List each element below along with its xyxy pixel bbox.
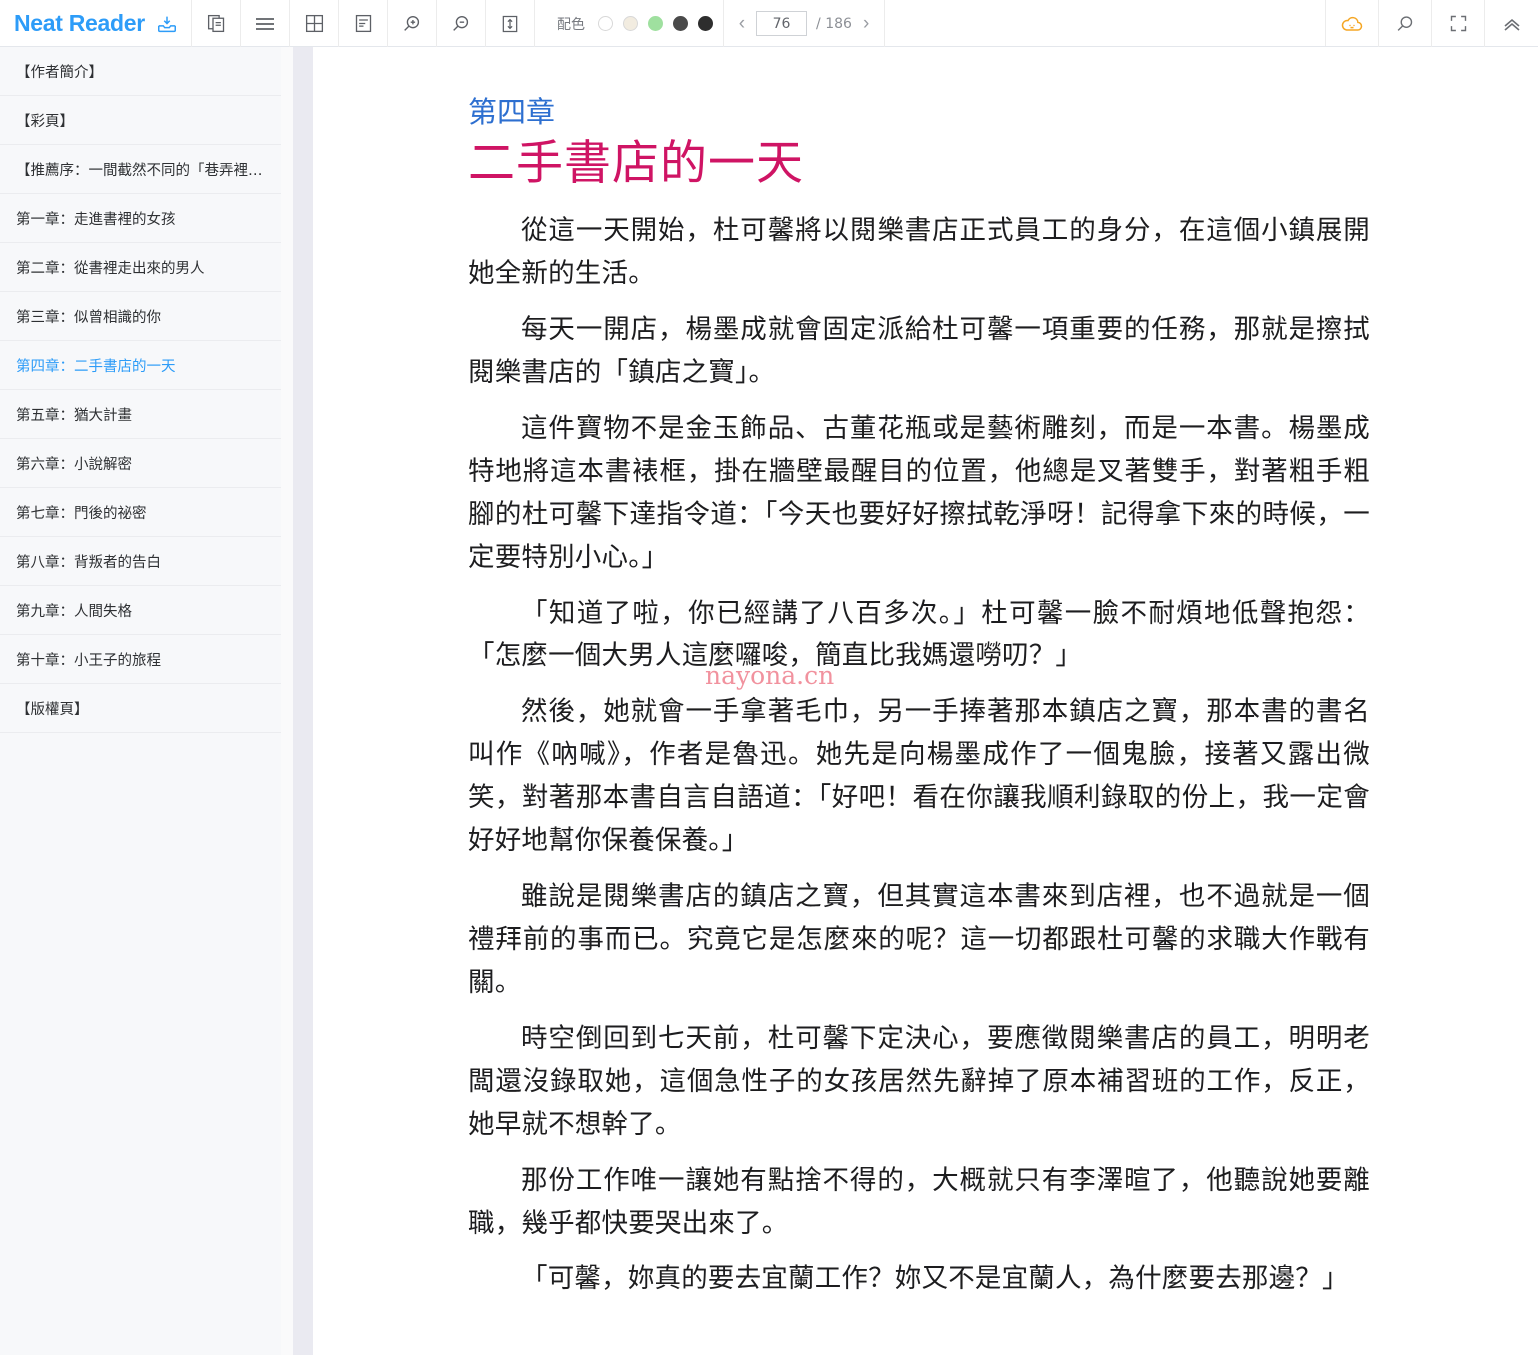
- page-title: 二手書店的一天: [468, 135, 804, 191]
- top-toolbar: Neat Reader 配色 ‹ 76 / 186 ›: [0, 0, 1538, 47]
- grid-layout-icon[interactable]: [290, 0, 339, 47]
- sidebar-item-label: 第八章：背叛者的告白: [16, 554, 161, 571]
- sidebar-item-label: 第一章：走進書裡的女孩: [16, 211, 176, 228]
- table-of-contents-sidebar[interactable]: 【作者簡介】 【彩頁】 【推薦序：一間截然不同的「巷弄裡的… 第一章：走進書裡的…: [0, 47, 281, 1355]
- sidebar-item-author-intro[interactable]: 【作者簡介】: [0, 47, 281, 96]
- sidebar-item-chapter-6[interactable]: 第六章：小說解密: [0, 439, 281, 488]
- color-swatch-green[interactable]: [648, 16, 663, 31]
- sidebar-item-chapter-10[interactable]: 第十章：小王子的旅程: [0, 635, 281, 684]
- sidebar-item-label: 第九章：人間失格: [16, 603, 132, 620]
- collapse-up-icon[interactable]: [1485, 0, 1538, 47]
- sidebar-item-label: 第五章：猶大計畫: [16, 407, 132, 424]
- sidebar-item-color-pages[interactable]: 【彩頁】: [0, 96, 281, 145]
- chapter-label: 第四章: [468, 95, 556, 129]
- body-paragraph: 「可馨，妳真的要去宜蘭工作？妳又不是宜蘭人，為什麼要去那邊？」: [521, 1263, 1349, 1295]
- sidebar-item-label: 【版權頁】: [16, 701, 89, 718]
- color-swatch-sepia[interactable]: [623, 16, 638, 31]
- sidebar-item-label: 【彩頁】: [16, 113, 74, 130]
- color-swatch-dark-gray[interactable]: [673, 16, 688, 31]
- sidebar-item-chapter-2[interactable]: 第二章：從書裡走出來的男人: [0, 243, 281, 292]
- sidebar-item-label: 第四章：二手書店的一天: [16, 358, 176, 375]
- copy-pages-icon[interactable]: [192, 0, 241, 47]
- body-paragraph: 雖說是閱樂書店的鎮店之寶，但其實這本書來到店裡，也不過就是一個禮拜前的事而已。究…: [468, 881, 1370, 998]
- toolbar-spacer: [885, 0, 1326, 46]
- sidebar-item-chapter-1[interactable]: 第一章：走進書裡的女孩: [0, 194, 281, 243]
- page-number-input[interactable]: 76: [756, 11, 808, 36]
- text-layout-icon[interactable]: [339, 0, 388, 47]
- reader-content-pane: 第四章 二手書店的一天 從這一天開始，杜可馨將以閱樂書店正式員工的身分，在這個小…: [313, 47, 1538, 1355]
- color-swatch-white[interactable]: [598, 16, 613, 31]
- sidebar-item-label: 【推薦序：一間截然不同的「巷弄裡的…: [16, 162, 265, 179]
- sidebar-item-label: 第十章：小王子的旅程: [16, 652, 161, 669]
- color-swatch-black[interactable]: [698, 16, 713, 31]
- save-to-library-icon[interactable]: [143, 0, 192, 47]
- page-navigation: ‹ 76 / 186 ›: [724, 0, 885, 47]
- sidebar-gutter: [281, 47, 293, 1355]
- body-paragraph: 那份工作唯一讓她有點捨不得的，大概就只有李澤暄了，他聽說她要離職，幾乎都快要哭出…: [468, 1164, 1370, 1239]
- body-paragraph: 然後，她就會一手拿著毛巾，另一手捧著那本鎮店之寶，那本書的書名叫作《吶喊》，作者…: [468, 696, 1370, 857]
- sidebar-item-chapter-7[interactable]: 第七章：門後的祕密: [0, 488, 281, 537]
- sidebar-item-chapter-8[interactable]: 第八章：背叛者的告白: [0, 537, 281, 586]
- sidebar-item-label: 第六章：小說解密: [16, 456, 132, 473]
- sidebar-item-label: 【作者簡介】: [16, 64, 103, 81]
- body-paragraph: 每天一開店，楊墨成就會固定派給杜可馨一項重要的任務，那就是擦拭閱樂書店的「鎮店之…: [468, 314, 1370, 388]
- hamburger-menu-icon[interactable]: [241, 0, 290, 47]
- cloud-sync-icon[interactable]: [1326, 0, 1379, 47]
- body-paragraph: 時空倒回到七天前，杜可馨下定決心，要應徵閱樂書店的員工，明明老闆還沒錄取她，這個…: [468, 1022, 1370, 1140]
- book-page: 第四章 二手書店的一天 從這一天開始，杜可馨將以閱樂書店正式員工的身分，在這個小…: [313, 47, 1538, 1301]
- sidebar-item-chapter-4[interactable]: 第四章：二手書店的一天: [0, 341, 281, 390]
- line-height-icon[interactable]: [486, 0, 535, 47]
- zoom-out-icon[interactable]: [437, 0, 486, 47]
- sidebar-item-label: 第二章：從書裡走出來的男人: [16, 260, 205, 277]
- sidebar-item-label: 第七章：門後的祕密: [16, 505, 147, 522]
- sidebar-item-chapter-5[interactable]: 第五章：猶大計畫: [0, 390, 281, 439]
- app-name: Neat Reader: [14, 10, 145, 36]
- sidebar-item-preface[interactable]: 【推薦序：一間截然不同的「巷弄裡的…: [0, 145, 281, 194]
- body-paragraph: 「知道了啦，你已經講了八百多次。」杜可馨一臉不耐煩地低聲抱怨：「怎麼一個大男人這…: [468, 597, 1370, 672]
- next-page-button[interactable]: ›: [861, 14, 871, 33]
- color-scheme-label: 配色: [557, 16, 585, 33]
- body-paragraph: 從這一天開始，杜可馨將以閱樂書店正式員工的身分，在這個小鎮展開她全新的生活。: [468, 215, 1370, 290]
- sidebar-item-copyright[interactable]: 【版權頁】: [0, 684, 281, 733]
- fullscreen-icon[interactable]: [1432, 0, 1485, 47]
- zoom-in-icon[interactable]: [388, 0, 437, 47]
- sidebar-item-label: 第三章：似曾相識的你: [16, 309, 161, 326]
- sidebar-item-chapter-9[interactable]: 第九章：人間失格: [0, 586, 281, 635]
- color-scheme-picker[interactable]: 配色: [535, 0, 724, 47]
- app-logo: Neat Reader: [0, 0, 145, 47]
- search-icon[interactable]: [1379, 0, 1432, 47]
- sidebar-item-chapter-3[interactable]: 第三章：似曾相識的你: [0, 292, 281, 341]
- body-paragraph: 這件寶物不是金玉飾品、古董花瓶或是藝術雕刻，而是一本書。楊墨成特地將這本書裱框，…: [468, 412, 1370, 573]
- total-pages-label: / 186: [816, 15, 852, 32]
- content-scrollbar[interactable]: [293, 47, 313, 1355]
- prev-page-button[interactable]: ‹: [737, 14, 747, 33]
